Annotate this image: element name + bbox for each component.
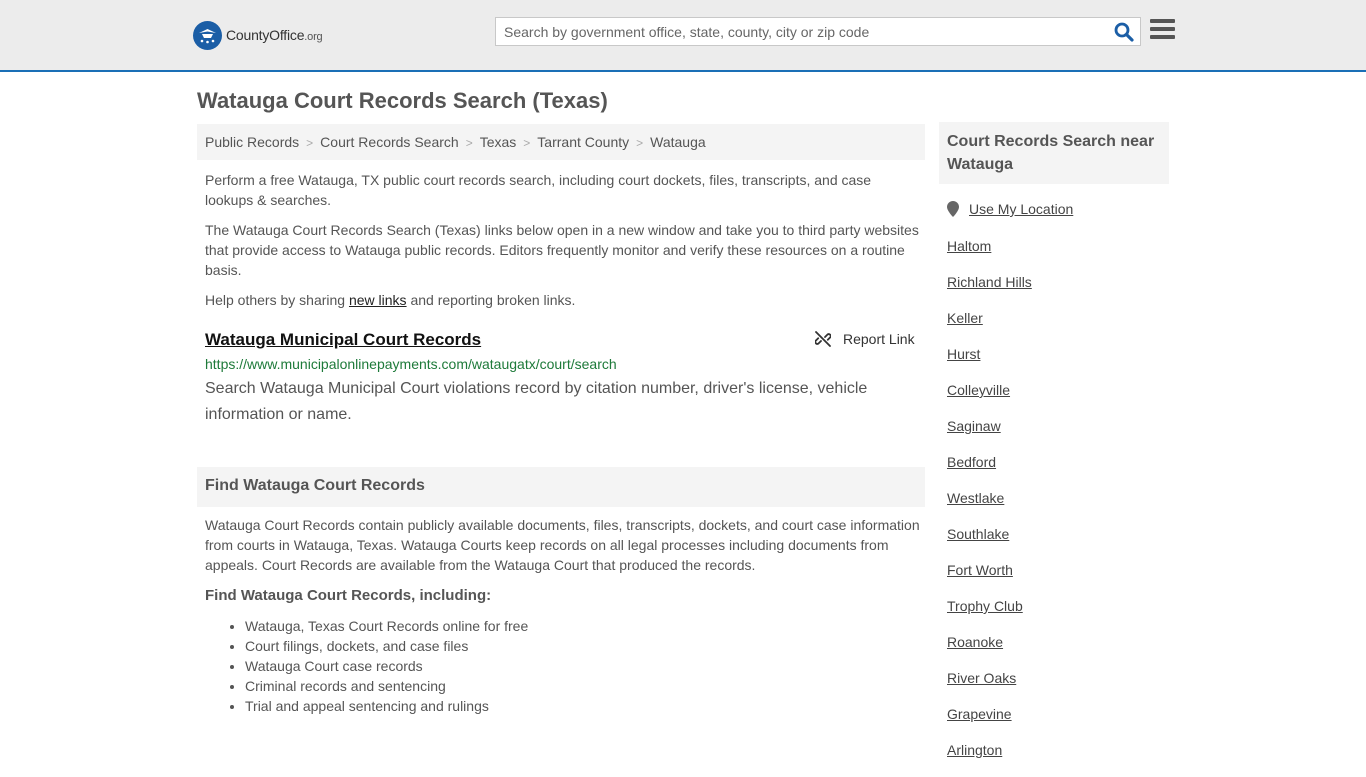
result-description: Search Watauga Municipal Court violation… [205, 380, 868, 423]
nearby-link-bedford[interactable]: Bedford [947, 453, 1032, 489]
hamburger-menu-icon[interactable] [1150, 19, 1175, 41]
chevron-right-icon: > [523, 136, 531, 150]
breadcrumb-court-records-search[interactable]: Court Records Search [320, 134, 459, 150]
intro-paragraph-1: Perform a free Watauga, TX public court … [205, 172, 872, 208]
nearby-link-richland-hills[interactable]: Richland Hills [947, 273, 1032, 309]
breadcrumb-watauga: Watauga [650, 134, 706, 150]
sidebar-heading: Court Records Search near Watauga [939, 122, 1169, 184]
logo-seal-icon [193, 20, 222, 50]
find-section-paragraph: Watauga Court Records contain publicly a… [205, 517, 920, 573]
site-logo[interactable]: CountyOffice.org [193, 20, 323, 50]
nearby-link-river-oaks[interactable]: River Oaks [947, 669, 1032, 705]
list-item: Watauga Court case records [245, 656, 528, 676]
nearby-link-colleyville[interactable]: Colleyville [947, 381, 1032, 417]
find-section-list: Watauga, Texas Court Records online for … [245, 616, 528, 716]
list-item: Court filings, dockets, and case files [245, 636, 528, 656]
find-section-heading: Find Watauga Court Records [197, 467, 925, 507]
site-header: CountyOffice.org [0, 0, 1366, 72]
nearby-link-roanoke[interactable]: Roanoke [947, 633, 1032, 669]
report-link-button[interactable]: Report Link [815, 331, 915, 347]
nearby-link-saginaw[interactable]: Saginaw [947, 417, 1032, 453]
intro-paragraph-3: Help others by sharing new links and rep… [205, 292, 576, 308]
nearby-link-arlington[interactable]: Arlington [947, 741, 1032, 777]
new-links-link[interactable]: new links [349, 292, 407, 308]
intro-paragraph-2: The Watauga Court Records Search (Texas)… [205, 222, 919, 278]
search-icon[interactable] [1114, 22, 1134, 42]
page-title: Watauga Court Records Search (Texas) [197, 88, 608, 113]
search-input[interactable] [496, 18, 1106, 45]
find-section-subheading: Find Watauga Court Records, including: [205, 587, 492, 604]
nearby-link-grapevine[interactable]: Grapevine [947, 705, 1032, 741]
logo-text: CountyOffice.org [226, 27, 323, 43]
broken-link-icon [815, 331, 831, 347]
report-link-label: Report Link [843, 331, 915, 347]
breadcrumb-tarrant-county[interactable]: Tarrant County [537, 134, 629, 150]
nearby-list: Haltom Richland Hills Keller Hurst Colle… [947, 237, 1032, 777]
map-pin-icon [947, 201, 959, 217]
result-title-link[interactable]: Watauga Municipal Court Records [205, 330, 481, 350]
nearby-link-fort-worth[interactable]: Fort Worth [947, 561, 1032, 597]
chevron-right-icon: > [465, 136, 473, 150]
chevron-right-icon: > [306, 136, 314, 150]
nearby-link-keller[interactable]: Keller [947, 309, 1032, 345]
use-my-location-link[interactable]: Use My Location [969, 201, 1073, 217]
search-box [495, 17, 1141, 46]
nearby-link-hurst[interactable]: Hurst [947, 345, 1032, 381]
result-url: https://www.municipalonlinepayments.com/… [205, 356, 617, 372]
breadcrumb-public-records[interactable]: Public Records [205, 134, 299, 150]
nearby-link-southlake[interactable]: Southlake [947, 525, 1032, 561]
list-item: Trial and appeal sentencing and rulings [245, 696, 528, 716]
breadcrumb: Public Records > Court Records Search > Texa… [197, 124, 925, 160]
use-my-location: Use My Location [947, 201, 1073, 217]
breadcrumb-texas[interactable]: Texas [480, 134, 517, 150]
list-item: Criminal records and sentencing [245, 676, 528, 696]
nearby-link-haltom[interactable]: Haltom [947, 237, 1032, 273]
nearby-link-trophy-club[interactable]: Trophy Club [947, 597, 1032, 633]
chevron-right-icon: > [636, 136, 644, 150]
list-item: Watauga, Texas Court Records online for … [245, 616, 528, 636]
nearby-link-westlake[interactable]: Westlake [947, 489, 1032, 525]
